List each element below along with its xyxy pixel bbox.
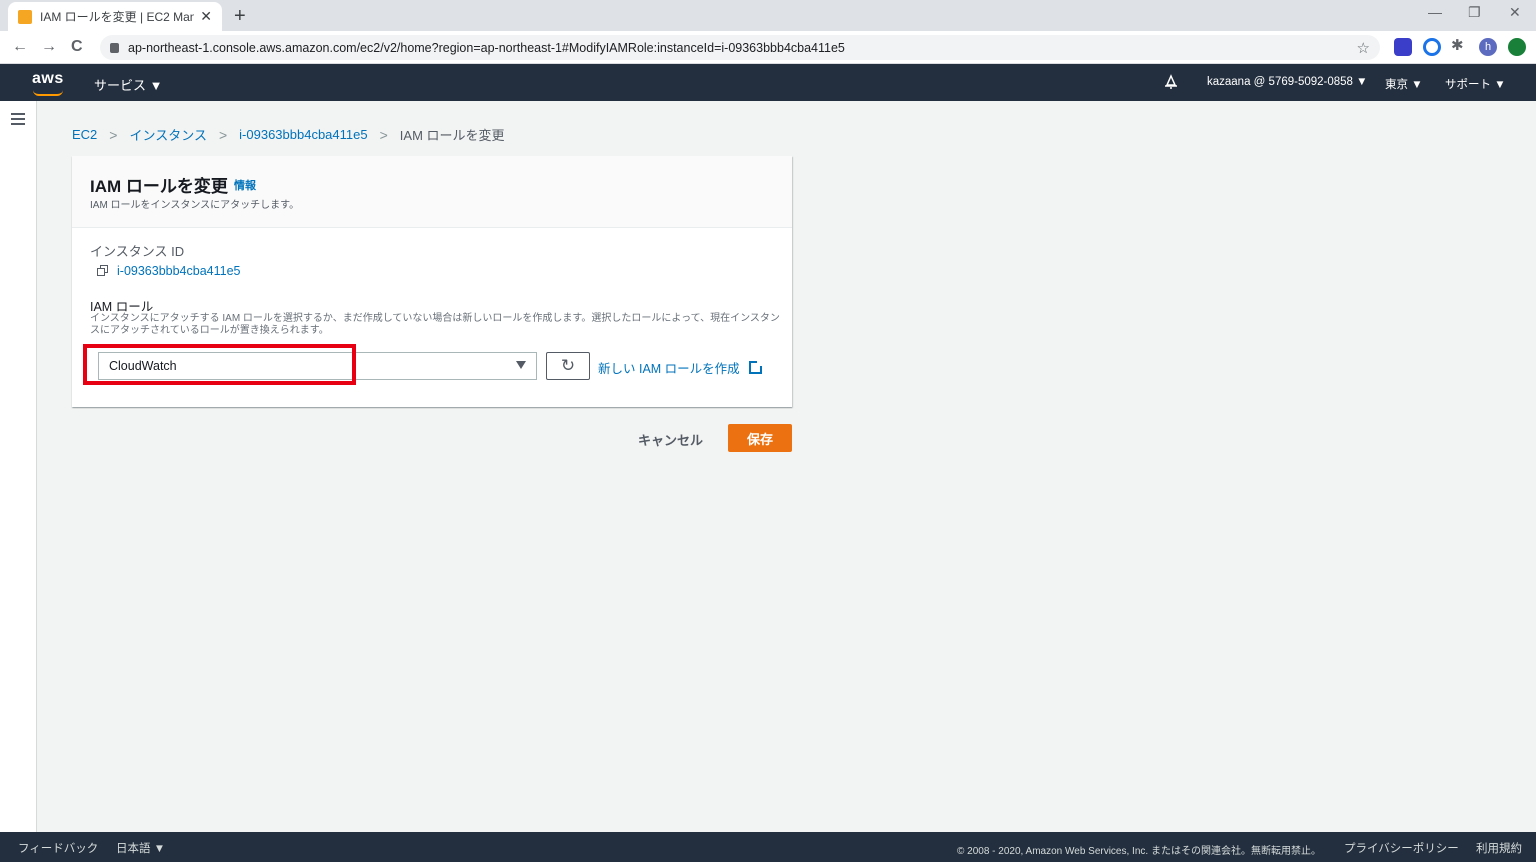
browser-tab[interactable]: IAM ロールを変更 | EC2 Managem ✕ [8,2,222,31]
iam-role-description: インスタンスにアタッチする IAM ロールを選択するか、まだ作成していない場合は… [90,313,780,336]
url-text: ap-northeast-1.console.aws.amazon.com/ec… [128,40,845,55]
feedback-link[interactable]: フィードバック [18,840,98,856]
terms-link[interactable]: 利用規約 [1476,840,1522,856]
language-selector[interactable]: 日本語 ▼ [116,840,165,856]
panel-description: IAM ロールをインスタンスにアタッチします。 [90,200,300,211]
breadcrumb-ec2[interactable]: EC2 [72,127,97,142]
services-menu[interactable]: サービス ▼ [94,75,162,94]
forward-button[interactable]: → [41,38,57,56]
create-iam-role-label: 新しい IAM ロールを作成 [598,362,740,376]
caret-down-icon [516,361,526,369]
account-menu[interactable]: kazaana @ 5769-5092-0858 ▼ [1207,76,1368,88]
hamburger-menu-icon[interactable] [11,113,25,128]
reload-button[interactable]: C [71,38,83,56]
cancel-button[interactable]: キャンセル [628,426,713,452]
browser-toolbar: ← → C ap-northeast-1.console.aws.amazon.… [0,31,1536,64]
create-iam-role-link[interactable]: 新しい IAM ロールを作成 [598,358,763,377]
bookmark-star-icon[interactable]: ☆ [1357,39,1370,57]
update-icon[interactable] [1508,38,1526,56]
footer: フィードバック 日本語 ▼ © 2008 - 2020, Amazon Web … [0,832,1536,862]
support-menu[interactable]: サポート ▼ [1445,76,1506,92]
puzzle-extensions-icon[interactable]: ✱ [1451,36,1469,54]
breadcrumb-separator: > [379,126,388,143]
info-link[interactable]: 情報 [234,177,256,193]
breadcrumb-separator: > [109,126,118,143]
aws-smile-icon [33,90,63,96]
modify-iam-role-panel: IAM ロールを変更 情報 IAM ロールをインスタンスにアタッチします。 イン… [72,156,792,407]
refresh-roles-button[interactable]: ↻ [546,352,590,380]
red-highlight-box [83,344,356,385]
restore-button[interactable]: ❐ [1468,4,1481,21]
copyright-text: © 2008 - 2020, Amazon Web Services, Inc.… [957,846,1321,857]
breadcrumb-instance-id[interactable]: i-09363bbb4cba411e5 [239,127,367,142]
back-button[interactable]: ← [12,38,28,56]
window-close-button[interactable]: ✕ [1509,4,1521,21]
extension-icon[interactable] [1423,38,1441,56]
breadcrumb-current: IAM ロールを変更 [399,128,505,143]
minimize-button[interactable]: — [1428,4,1442,20]
notification-bell-icon[interactable] [1163,74,1179,90]
extension-icon[interactable] [1394,38,1412,56]
tab-title: IAM ロールを変更 | EC2 Managem [40,10,195,24]
breadcrumb-instances[interactable]: インスタンス [129,125,206,144]
breadcrumb: EC2 > インスタンス > i-09363bbb4cba411e5 > IAM… [72,125,505,144]
copy-icon[interactable] [97,265,109,277]
refresh-icon: ↻ [560,356,576,375]
instance-id-value[interactable]: i-09363bbb4cba411e5 [97,264,241,278]
new-tab-button[interactable]: + [234,5,246,28]
instance-id-link[interactable]: i-09363bbb4cba411e5 [117,264,241,278]
privacy-policy-link[interactable]: プライバシーポリシー [1344,840,1459,856]
browser-tabbar: IAM ロールを変更 | EC2 Managem ✕ + — ❐ ✕ [0,0,1536,31]
profile-avatar[interactable]: h [1479,38,1497,56]
region-menu[interactable]: 東京 ▼ [1385,76,1423,92]
address-bar[interactable]: ap-northeast-1.console.aws.amazon.com/ec… [100,35,1380,60]
instance-id-label: インスタンス ID [90,244,185,259]
aws-logo[interactable]: aws [32,70,64,96]
save-button[interactable]: 保存 [728,424,792,452]
panel-header: IAM ロールを変更 情報 IAM ロールをインスタンスにアタッチします。 [72,156,792,228]
side-rail [0,101,37,832]
page-title: IAM ロールを変更 [90,177,228,196]
lock-icon [110,42,119,53]
aws-favicon-icon [18,9,32,24]
breadcrumb-separator: > [218,126,228,143]
aws-top-nav: aws サービス ▼ kazaana @ 5769-5092-0858 ▼ 東京… [0,64,1536,101]
external-link-icon [748,360,763,374]
tab-close-icon[interactable]: ✕ [200,8,212,25]
